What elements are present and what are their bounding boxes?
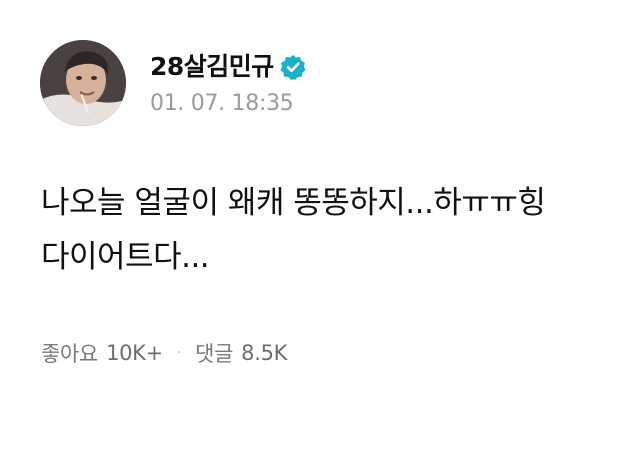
likes-label[interactable]: 좋아요 <box>41 338 98 368</box>
post-card: 28살김민규 01. 07. 18:35 나오늘 얼굴이 왜캐 똥똥하지...하… <box>0 0 639 460</box>
post-stats: 좋아요 10K+ · 댓글 8.5K <box>41 338 287 368</box>
comments-label[interactable]: 댓글 <box>195 338 233 368</box>
comments-count[interactable]: 8.5K <box>241 341 287 365</box>
verified-badge-icon <box>280 54 306 80</box>
post-header: 28살김민규 01. 07. 18:35 <box>40 40 306 126</box>
post-body: 나오늘 얼굴이 왜캐 똥똥하지...하ㅠㅠ힝 다이어트다... <box>41 176 611 284</box>
post-body-line: 다이어트다... <box>41 239 210 275</box>
author-name[interactable]: 28살김민규 <box>150 54 274 79</box>
post-body-line: 나오늘 얼굴이 왜캐 똥똥하지...하ㅠㅠ힝 <box>41 185 546 221</box>
author-name-row: 28살김민규 <box>150 49 306 85</box>
stats-separator: · <box>176 345 182 361</box>
avatar-photo-icon <box>40 40 126 126</box>
post-timestamp: 01. 07. 18:35 <box>150 90 294 116</box>
avatar[interactable] <box>40 40 126 126</box>
author-meta: 28살김민규 01. 07. 18:35 <box>150 49 306 117</box>
likes-count[interactable]: 10K+ <box>106 341 163 365</box>
